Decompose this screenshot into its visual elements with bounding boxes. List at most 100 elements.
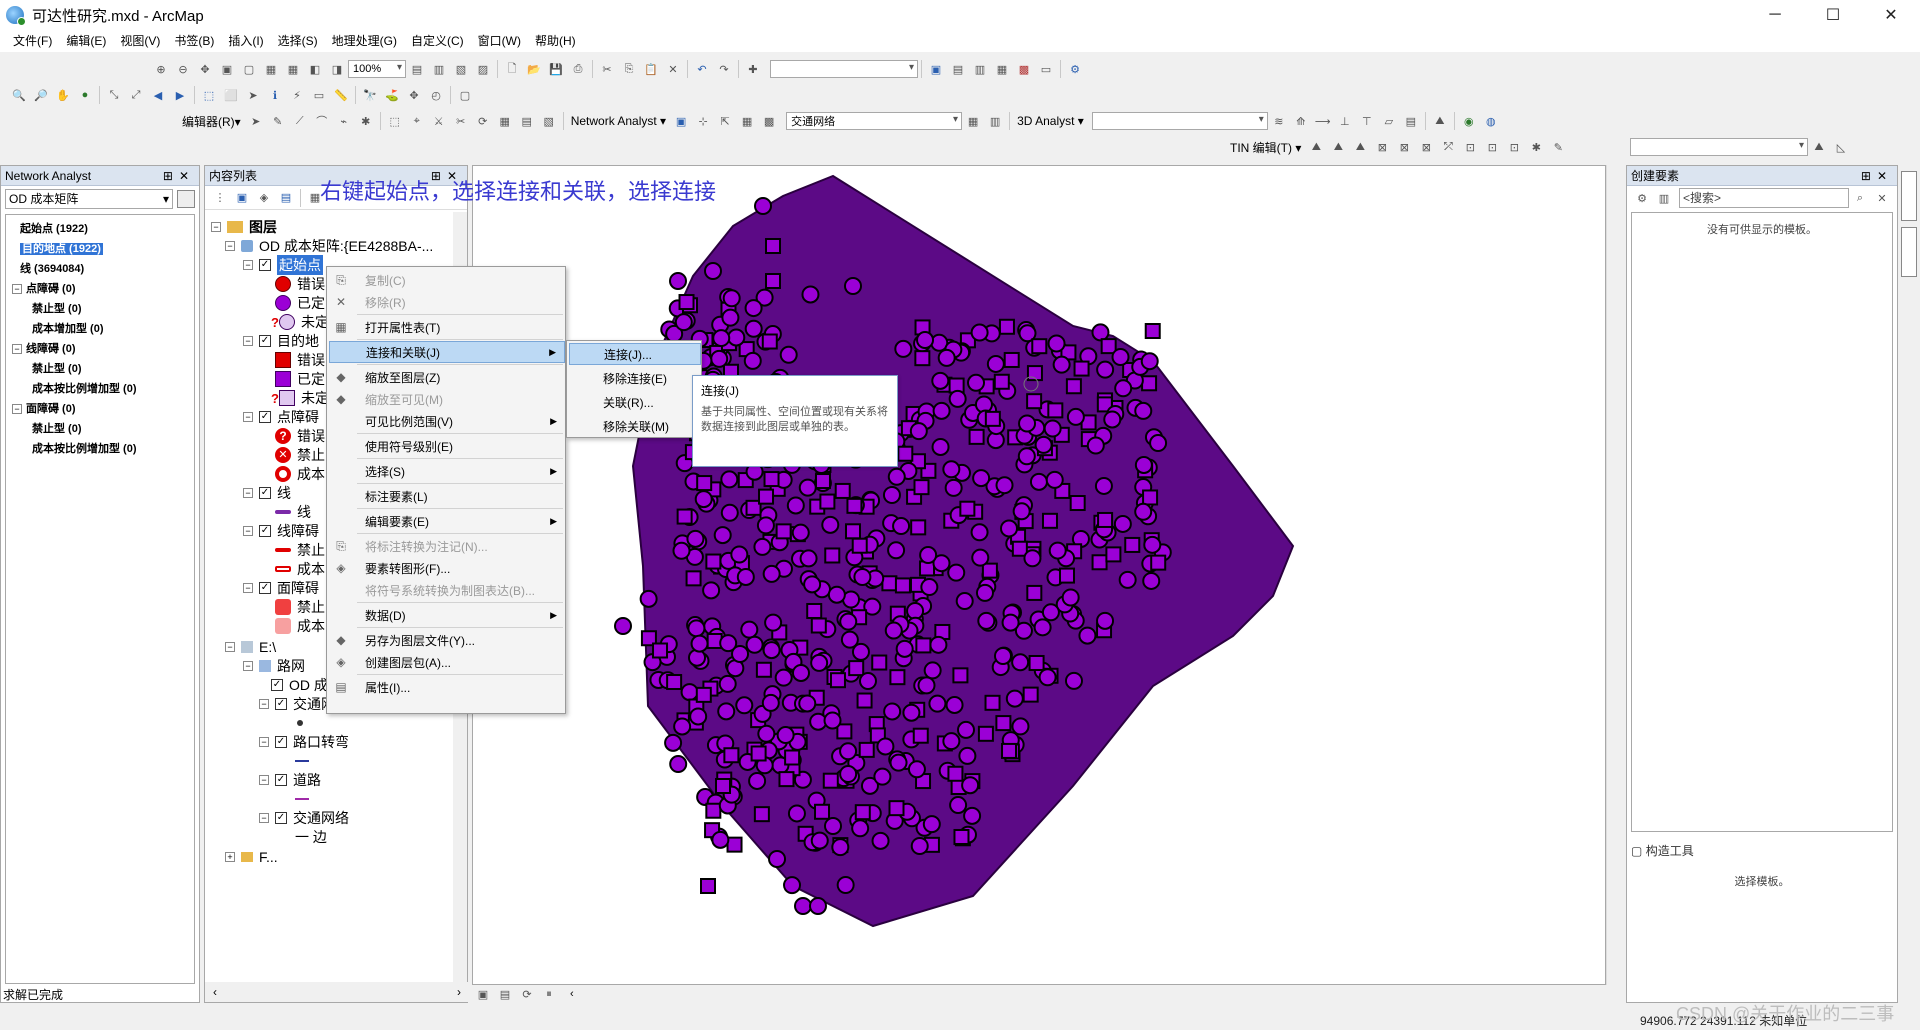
na-class-item[interactable]: 禁止型 (0) [8, 419, 192, 439]
submenu-item[interactable]: 关联(R)... [569, 391, 701, 413]
interpolate-point-icon[interactable]: ⊥ [1336, 112, 1354, 130]
sketch-properties-icon[interactable]: ▤ [518, 112, 536, 130]
html-popup-icon[interactable]: ▭ [310, 86, 328, 104]
map-view[interactable] [472, 165, 1606, 985]
copy-icon[interactable]: ⎘ [620, 60, 638, 78]
3d-layer-combo[interactable] [1091, 112, 1268, 130]
na-class-item[interactable]: 线 (3694084) [8, 259, 192, 279]
find-route-icon[interactable]: ⛳ [383, 86, 401, 104]
focus-frame-icon[interactable]: ▥ [430, 60, 448, 78]
search-icon[interactable]: ⌕ [1851, 189, 1869, 207]
reshape-icon[interactable]: ⌖ [408, 112, 426, 130]
layer-checkbox[interactable]: ✓ [275, 774, 287, 786]
od-matrix-map[interactable] [473, 166, 1606, 985]
menu-item[interactable]: 选择(S) [271, 30, 325, 52]
edit-tool-icon[interactable]: ➤ [247, 112, 265, 130]
network-identify-icon[interactable]: ▦ [964, 112, 982, 130]
attributes-icon[interactable]: ▦ [496, 112, 514, 130]
na-class-item[interactable]: 目的地点 (1922) [8, 239, 192, 259]
collapse-icon[interactable]: − [259, 699, 269, 709]
panel-pin-close-icons[interactable]: ⊞✕ [163, 166, 195, 186]
create-features-icon[interactable]: ▧ [540, 112, 558, 130]
expand-icon[interactable]: + [225, 852, 235, 862]
tin-edit-menu-button[interactable]: TIN 编辑(T) ▾ [1226, 139, 1305, 156]
new-document-icon[interactable]: 🗋 [503, 60, 521, 78]
layer-checkbox[interactable]: ✓ [259, 582, 271, 594]
network-dataset-combo[interactable]: 交通网络 [786, 112, 963, 130]
context-menu-item[interactable]: ▦ 打开属性表(T) [329, 316, 565, 338]
catalog-side-tab[interactable] [1901, 171, 1917, 221]
context-menu-item[interactable]: ◆ 另存为图层文件(Y)... [329, 629, 565, 651]
collapse-icon[interactable]: − [243, 661, 253, 671]
clear-selection-icon[interactable]: ⬜ [222, 86, 240, 104]
python-window-icon[interactable]: ▭ [1037, 60, 1055, 78]
na-class-item[interactable]: 禁止型 (0) [8, 299, 192, 319]
layer-checkbox[interactable]: ✓ [259, 487, 271, 499]
paste-icon[interactable]: 📋 [642, 60, 660, 78]
toc-roads-layer[interactable]: − ✓ 道路 [259, 769, 321, 791]
forward-extent-page-icon[interactable]: ◨ [328, 60, 346, 78]
na-class-item[interactable]: − 线障碍 (0) [8, 339, 192, 359]
list-by-visibility-icon[interactable]: ◈ [255, 189, 273, 207]
georef-control-icon[interactable]: ◺ [1832, 138, 1850, 156]
na-class-item[interactable]: 起始点 (1922) [8, 219, 192, 239]
toggle-draft-icon[interactable]: ▤ [408, 60, 426, 78]
menu-item[interactable]: 窗口(W) [471, 30, 528, 52]
undo-icon[interactable]: ↶ [693, 60, 711, 78]
layer-checkbox[interactable]: ✓ [271, 679, 283, 691]
back-extent-page-icon[interactable]: ◧ [306, 60, 324, 78]
menu-item[interactable]: 编辑(E) [59, 30, 113, 52]
collapse-icon[interactable]: − [211, 222, 221, 232]
scale-combo[interactable] [770, 60, 918, 78]
find-icon[interactable]: 🔭 [361, 86, 379, 104]
endpoint-arc-icon[interactable]: ⌒ [313, 112, 331, 130]
data-view-icon[interactable]: ▣ [474, 985, 492, 1003]
toc-f-group[interactable]: + F... [225, 846, 278, 868]
tin-add-polygon-icon[interactable]: ⛰ [1351, 138, 1369, 156]
arcscene-icon[interactable]: ◉ [1460, 112, 1478, 130]
na-class-item[interactable]: 成本按比例增加型 (0) [8, 379, 192, 399]
zoom-whole-page-icon[interactable]: ▣ [218, 60, 236, 78]
pause-drawing-icon[interactable]: ⏸ [540, 985, 558, 1003]
layer-checkbox[interactable]: ✓ [259, 335, 271, 347]
build-network-icon[interactable]: ▩ [760, 112, 778, 130]
context-menu-item[interactable]: ◈ 要素转图形(F)... [329, 557, 565, 579]
tin-delete-node-icon[interactable]: ⊠ [1373, 138, 1391, 156]
collapse-icon[interactable]: − [225, 241, 235, 251]
change-layout-icon[interactable]: ▧ [452, 60, 470, 78]
map-vertical-scrollbar[interactable] [1606, 165, 1622, 985]
hyperlink-icon[interactable]: ⚡ [288, 86, 306, 104]
template-search-input[interactable]: <搜索> [1679, 188, 1849, 208]
scroll-left-icon[interactable]: ‹ [213, 985, 217, 999]
collapse-icon[interactable]: − [243, 412, 253, 422]
editor-toolbar-icon[interactable]: ▣ [927, 60, 945, 78]
modelbuilder-icon[interactable]: ⚙ [1066, 60, 1084, 78]
tin-modify-triangle-icon[interactable]: ⊡ [1505, 138, 1523, 156]
straight-segment-icon[interactable]: ⟋ [291, 112, 309, 130]
context-menu-item[interactable]: 连接和关联(J) ▶ [329, 341, 565, 363]
fixed-zoom-in-map-icon[interactable]: ⤡ [105, 86, 123, 104]
tin-move-node-icon[interactable]: ⤱ [1439, 138, 1457, 156]
tin-graph-icon[interactable]: ⛰ [1431, 112, 1449, 130]
menu-item[interactable]: 自定义(C) [404, 30, 471, 52]
save-icon[interactable]: 💾 [547, 60, 565, 78]
refresh-view-icon[interactable]: ⟳ [518, 985, 536, 1003]
build-dataset-icon[interactable]: ▥ [986, 112, 1004, 130]
georef-layer-combo[interactable] [1630, 138, 1808, 156]
data-driven-pages-icon[interactable]: ▨ [474, 60, 492, 78]
edit-annotation-icon[interactable]: ✎ [269, 112, 287, 130]
fixed-zoom-out-icon[interactable]: ▦ [284, 60, 302, 78]
menu-item[interactable]: 帮助(H) [528, 30, 583, 52]
pan-icon[interactable]: ✋ [54, 86, 72, 104]
zoom-in-icon[interactable]: 🔍 [10, 86, 28, 104]
open-icon[interactable]: 📂 [525, 60, 543, 78]
collapse-icon[interactable]: − [243, 583, 253, 593]
collapse-icon[interactable]: − [243, 260, 253, 270]
list-by-source-icon[interactable]: ▣ [233, 189, 251, 207]
go-forward-icon[interactable]: ▶ [171, 86, 189, 104]
full-extent-icon[interactable]: ● [76, 86, 94, 104]
split-icon[interactable]: ✂ [452, 112, 470, 130]
collapse-icon[interactable]: − [243, 336, 253, 346]
context-menu-item[interactable]: 数据(D) ▶ [329, 604, 565, 626]
search-window-icon[interactable]: ▦ [993, 60, 1011, 78]
